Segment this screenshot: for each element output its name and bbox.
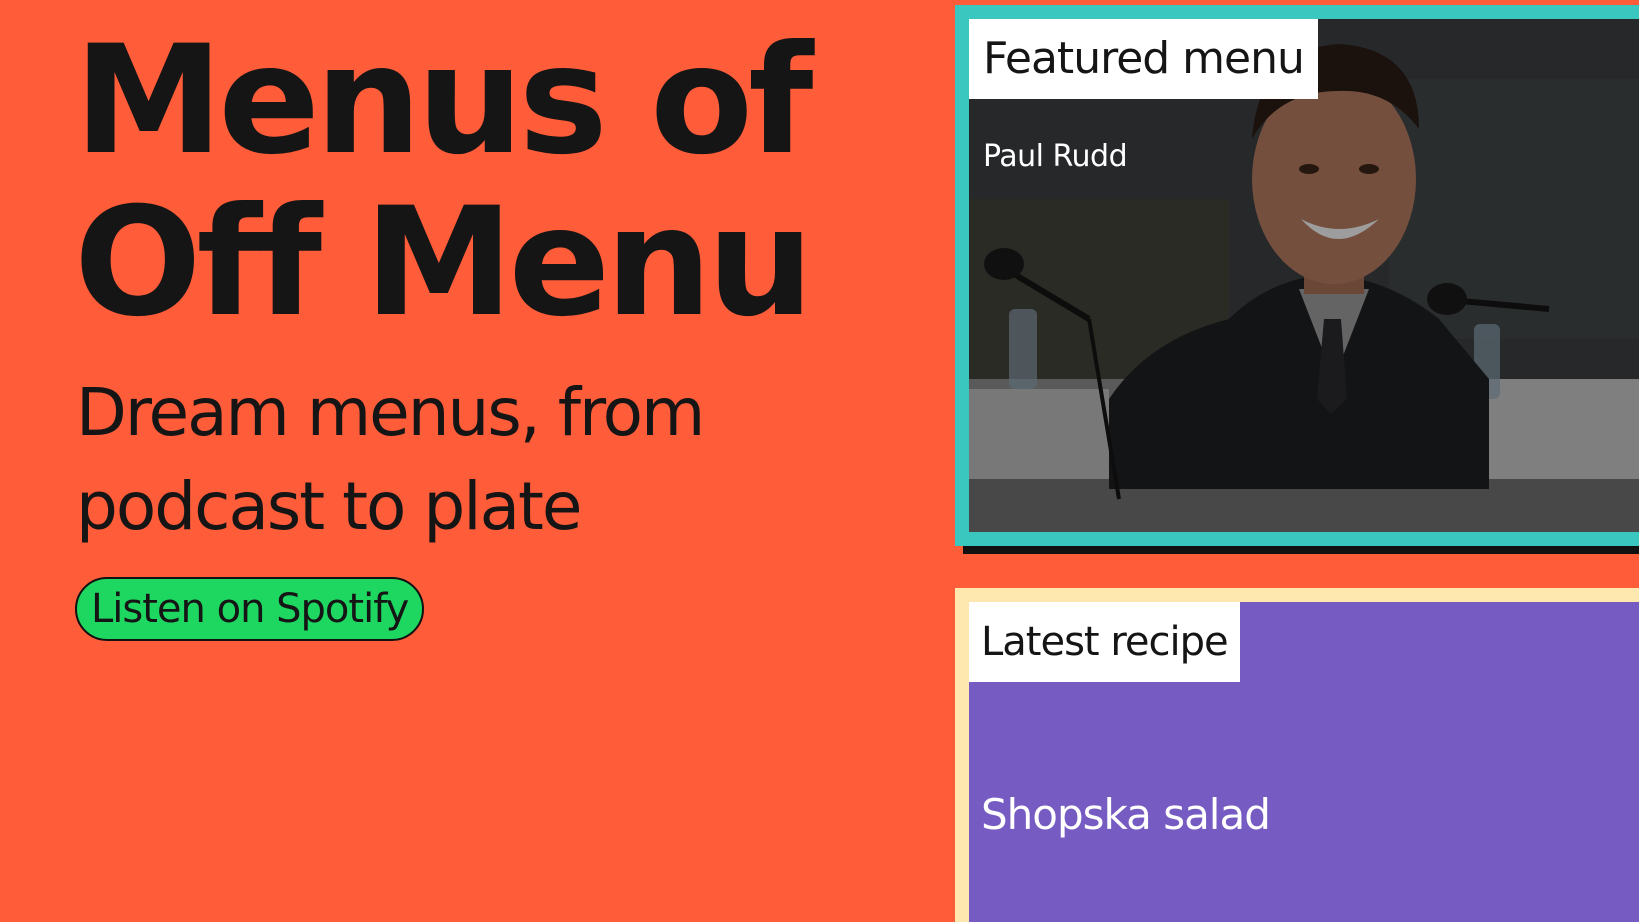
- page-title: Menus of Off Menu: [74, 20, 894, 344]
- latest-recipe-card[interactable]: Latest recipe Shopska salad: [955, 588, 1639, 922]
- featured-guest-name[interactable]: Paul Rudd: [983, 137, 1128, 177]
- featured-menu-card[interactable]: Featured menu Paul Rudd: [955, 5, 1639, 546]
- featured-menu-tag: Featured menu: [969, 19, 1318, 99]
- listen-on-spotify-button[interactable]: Listen on Spotify: [75, 577, 425, 641]
- latest-recipe-name[interactable]: Shopska salad: [981, 790, 1271, 840]
- latest-recipe-tag: Latest recipe: [969, 602, 1240, 682]
- page: Menus of Off Menu Dream menus, from podc…: [0, 0, 1639, 922]
- page-title-line-1: Menus of: [74, 14, 813, 188]
- page-subtitle-line-2: podcast to plate: [76, 468, 583, 545]
- page-subtitle-line-1: Dream menus, from: [76, 374, 705, 451]
- page-subtitle: Dream menus, from podcast to plate: [76, 366, 836, 554]
- page-title-line-2: Off Menu: [74, 176, 814, 350]
